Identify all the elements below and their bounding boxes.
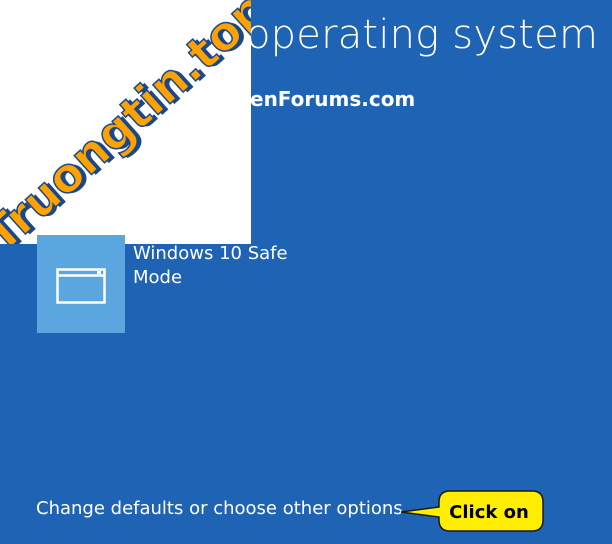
- callout-text: Click on: [449, 502, 529, 523]
- logo-watermark: Truongtin.top Truongtin.top: [0, 0, 251, 244]
- watermark-site-text: enForums.com: [250, 87, 416, 111]
- window-icon: [56, 268, 106, 304]
- logo-graphic: Truongtin.top Truongtin.top: [0, 0, 251, 244]
- page-title: operating system: [246, 12, 599, 58]
- logo-text: Truongtin.top: [0, 0, 251, 244]
- change-defaults-link[interactable]: Change defaults or choose other options: [36, 498, 403, 519]
- os-option-label: Windows 10 Safe Mode: [133, 243, 288, 288]
- os-option-safe-mode[interactable]: Windows 10 Safe Mode: [37, 235, 337, 333]
- os-tile: [37, 235, 125, 333]
